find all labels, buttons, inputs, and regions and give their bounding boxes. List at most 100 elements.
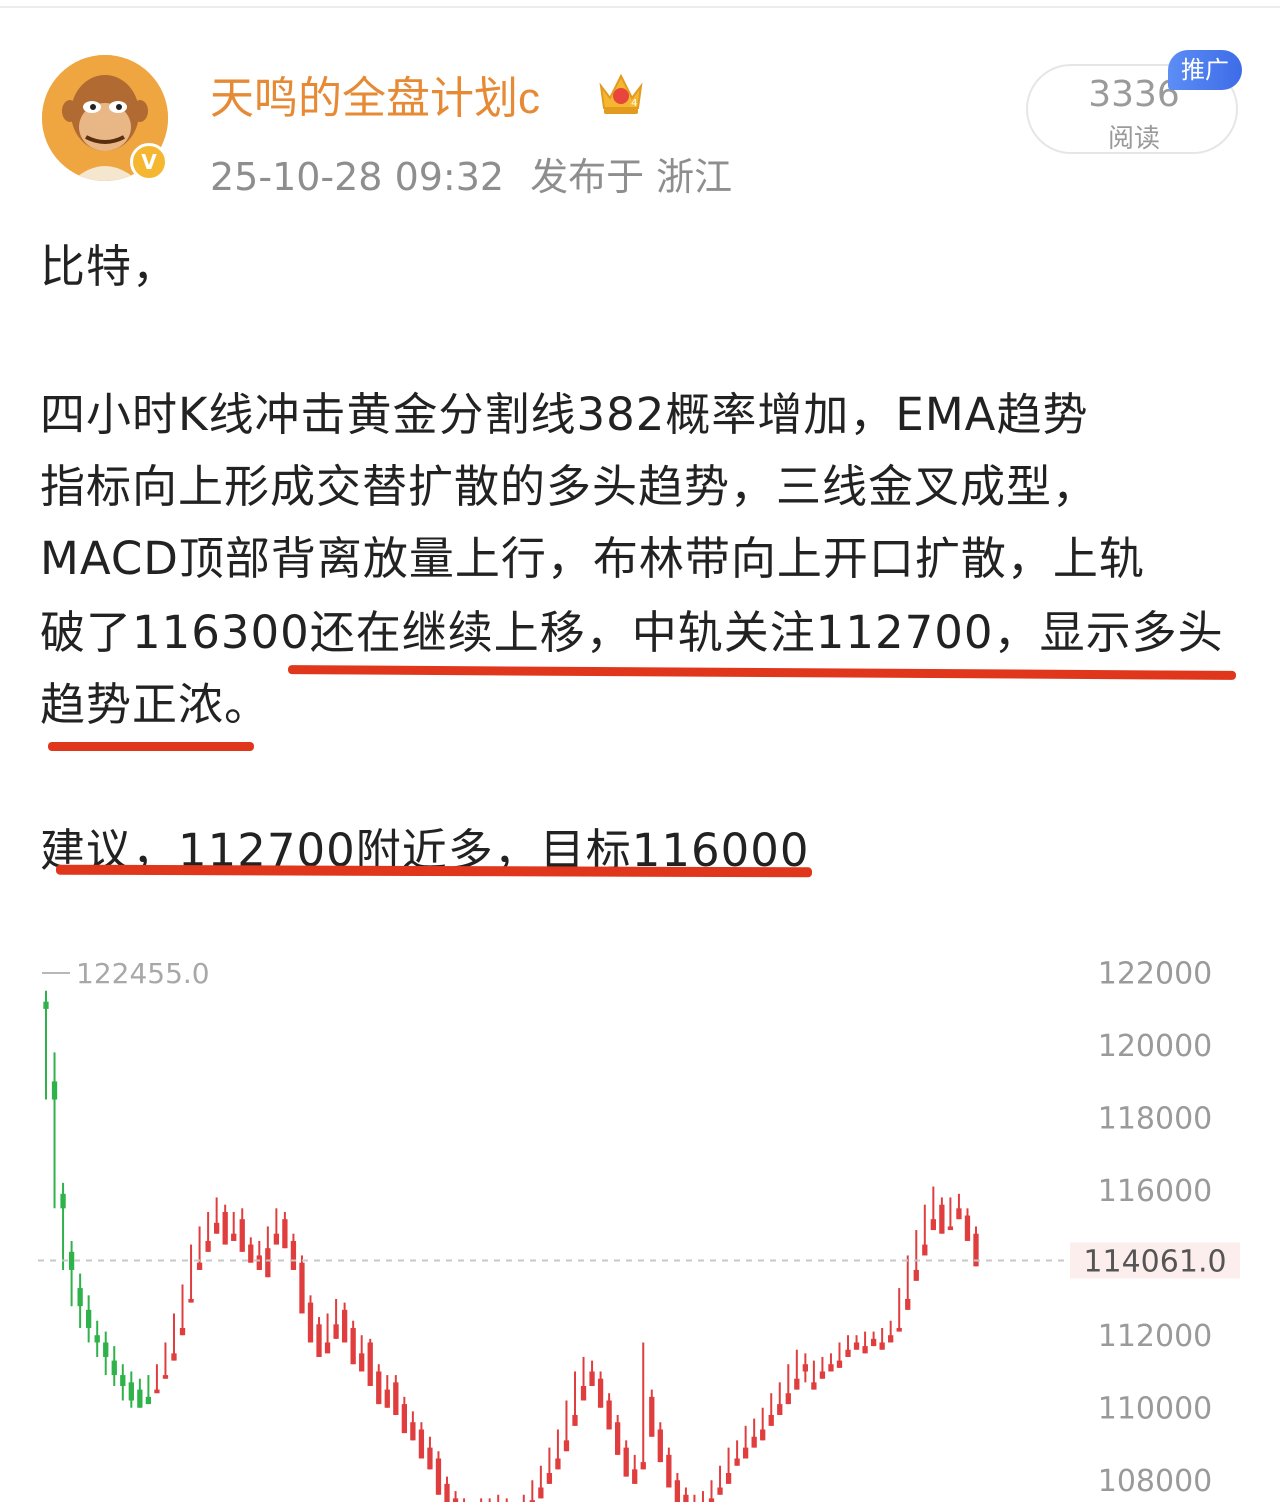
- top-divider: [0, 6, 1280, 8]
- candle-down: [418, 1429, 425, 1459]
- highlight-underline: [48, 742, 254, 751]
- candle-down: [205, 1240, 211, 1252]
- candle-down: [913, 1269, 919, 1281]
- candle-down: [401, 1404, 407, 1434]
- verified-icon: V: [130, 143, 168, 181]
- post-line-3: 指标向上形成交替扩散的多头趋势，三线金叉成型，: [40, 460, 1099, 513]
- candle-down: [862, 1346, 868, 1354]
- post-timestamp: 25-10-28 09:32: [210, 155, 505, 199]
- y-tick-label: 112000: [1098, 1319, 1213, 1354]
- candle-down: [162, 1375, 169, 1379]
- candle-down: [708, 1498, 715, 1502]
- candle-down: [248, 1244, 254, 1263]
- candle-down: [316, 1324, 322, 1357]
- y-tick-label: 118000: [1098, 1102, 1213, 1137]
- author-name[interactable]: 天鸣的全盘计划c: [210, 62, 540, 126]
- crown-icon: 4: [599, 73, 643, 114]
- candles: [43, 990, 979, 1502]
- candle-down: [751, 1436, 757, 1448]
- candle-up: [94, 1335, 100, 1343]
- candlestick-chart: 114061.0 122455.0 122000 120000 118000 1160…: [38, 957, 1240, 1502]
- candle-down: [905, 1298, 911, 1310]
- candle-down: [213, 1222, 220, 1234]
- candle-down: [615, 1422, 621, 1455]
- candle-down: [307, 1302, 314, 1343]
- candle-down: [811, 1382, 817, 1390]
- candle-down: [154, 1389, 160, 1394]
- candle-up: [51, 1081, 58, 1100]
- candle-down: [452, 1498, 459, 1502]
- candle-down: [179, 1327, 186, 1336]
- promo-tag[interactable]: 推广: [1168, 50, 1242, 90]
- candle-down: [930, 1219, 936, 1231]
- candle-down: [171, 1353, 177, 1361]
- candle-down: [580, 1385, 587, 1401]
- candle-down: [555, 1458, 561, 1470]
- candle-down: [563, 1440, 570, 1452]
- candle-down: [427, 1447, 433, 1470]
- candle-down: [657, 1429, 663, 1463]
- y-tick-label: 116000: [1098, 1174, 1213, 1209]
- candle-up: [77, 1288, 83, 1307]
- top-price-label: 122455.0: [76, 957, 210, 990]
- candle-up: [111, 1360, 117, 1376]
- candle-down: [947, 1226, 954, 1231]
- candle-down: [725, 1472, 732, 1484]
- candle-up: [103, 1342, 109, 1357]
- candle-down: [299, 1262, 305, 1314]
- candle-down: [196, 1262, 203, 1270]
- candle-down: [410, 1422, 416, 1441]
- post-location: 发布于 浙江: [530, 155, 733, 199]
- candle-down: [324, 1342, 331, 1354]
- candle-up: [60, 1193, 66, 1209]
- candle-down: [350, 1327, 356, 1365]
- candle-down: [640, 1462, 646, 1470]
- candle-down: [589, 1371, 595, 1386]
- candle-down: [265, 1248, 271, 1278]
- candle-down: [742, 1447, 749, 1459]
- post-meta: 25-10-28 09:32 发布于 浙江: [210, 146, 758, 201]
- candle-down: [333, 1324, 339, 1339]
- candle-down: [853, 1342, 860, 1350]
- y-tick-label: 108000: [1098, 1464, 1213, 1499]
- candle-down: [538, 1487, 544, 1499]
- post-line-1: 比特，: [40, 240, 179, 293]
- current-price-label: 114061.0: [1083, 1244, 1226, 1279]
- candle-down: [393, 1382, 399, 1415]
- candle-down: [597, 1378, 604, 1408]
- candle-down: [290, 1240, 297, 1270]
- candle-down: [845, 1349, 851, 1357]
- candle-down: [717, 1487, 723, 1495]
- post-line-5: 破了116300还在继续上移，中轨关注112700，显示多头: [40, 606, 1224, 659]
- y-axis-ticks: 122000 120000 118000 116000 112000 110000 1080…: [1098, 957, 1213, 1500]
- candle-down: [828, 1364, 834, 1372]
- candle-down: [879, 1342, 885, 1350]
- candle-down: [734, 1458, 740, 1466]
- y-tick-label: 122000: [1098, 957, 1213, 992]
- candle-down: [922, 1244, 928, 1256]
- candle-down: [632, 1469, 638, 1484]
- candle-down: [376, 1371, 382, 1405]
- post-line-4: MACD顶部背离放量上行，布林带向上开口扩散，上轨: [40, 532, 1145, 585]
- y-tick-label: 120000: [1098, 1029, 1213, 1064]
- candle-up: [68, 1251, 75, 1270]
- candle-down: [760, 1429, 766, 1441]
- candle-up: [145, 1396, 152, 1405]
- candle-down: [572, 1414, 578, 1426]
- candle-down: [273, 1233, 280, 1245]
- candle-down: [768, 1414, 774, 1426]
- y-tick-label: 110000: [1098, 1392, 1213, 1427]
- candle-down: [683, 1494, 689, 1502]
- candle-down: [444, 1483, 450, 1502]
- candle-down: [666, 1454, 672, 1488]
- candle-down: [341, 1309, 348, 1343]
- candle-down: [896, 1327, 902, 1332]
- candle-down: [674, 1480, 681, 1502]
- candle-down: [794, 1378, 800, 1390]
- candle-up: [137, 1389, 143, 1408]
- svg-text:4: 4: [631, 98, 637, 109]
- candle-down: [819, 1371, 826, 1379]
- candle-down: [956, 1208, 962, 1220]
- candle-down: [802, 1364, 809, 1372]
- candle-down: [546, 1472, 553, 1484]
